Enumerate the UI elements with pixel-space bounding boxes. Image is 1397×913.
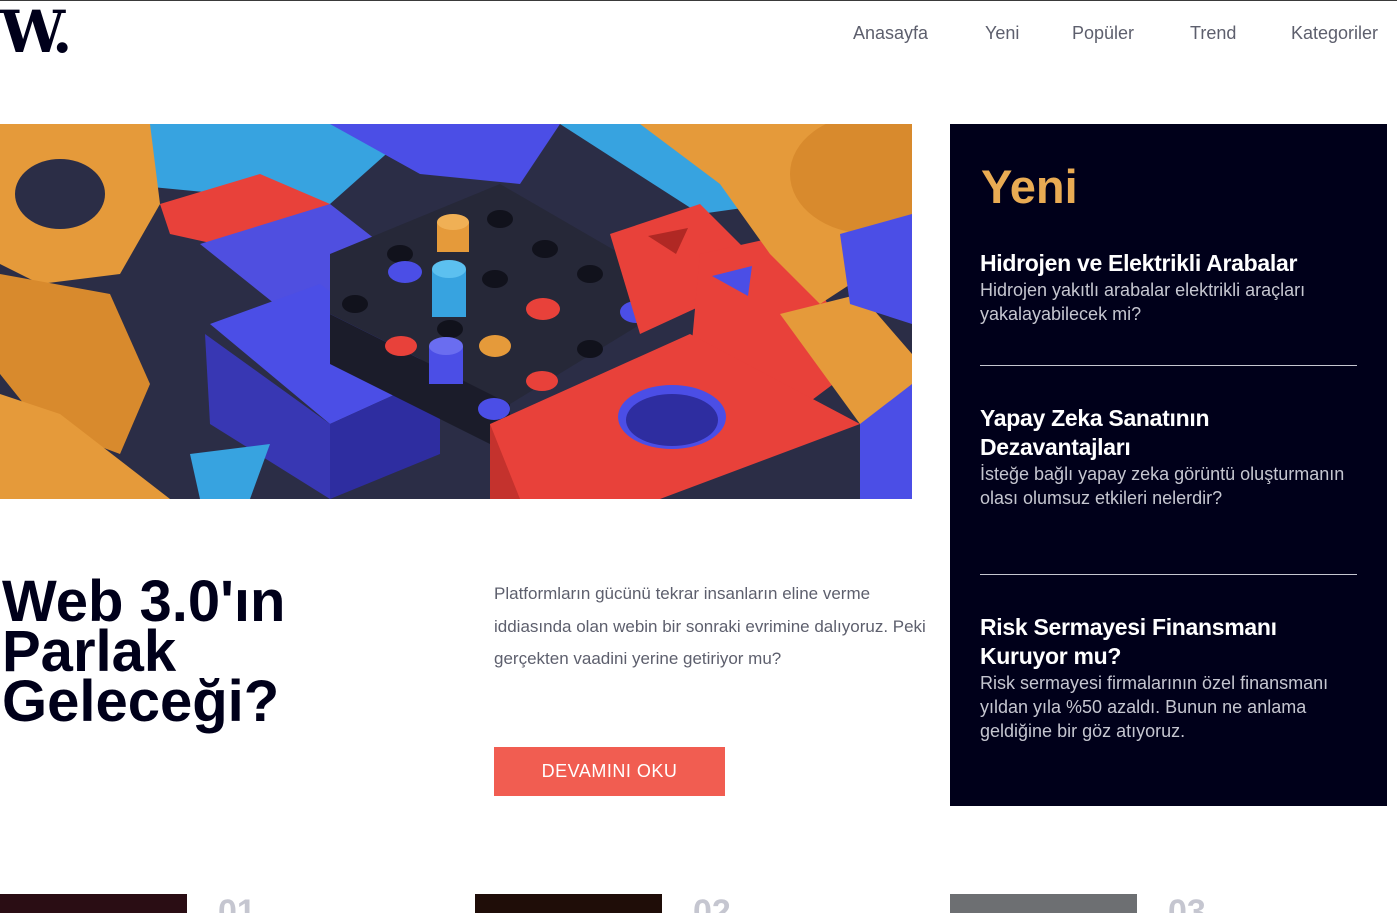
article-desc: Hidrojen yakıtlı arabalar elektrikli ara… xyxy=(980,280,1306,324)
card-thumbnail[interactable] xyxy=(475,894,662,913)
divider xyxy=(980,574,1357,575)
new-articles-panel: Yeni Hidrojen ve Elektrikli Arabalar Hid… xyxy=(950,124,1387,806)
nav-item-yeni[interactable]: Yeni xyxy=(985,21,1019,45)
new-article-item[interactable]: Hidrojen ve Elektrikli Arabalar Hidrojen… xyxy=(980,249,1358,326)
nav-item-trend[interactable]: Trend xyxy=(1190,21,1236,45)
main-nav: Anasayfa Yeni Popüler Trend Kategoriler xyxy=(830,21,1397,51)
page: W. Anasayfa Yeni Popüler Trend Kategoril… xyxy=(0,0,1397,913)
article-title[interactable]: Risk Sermayesi Finansmanı Kuruyor mu? xyxy=(980,613,1358,671)
hero-image xyxy=(0,124,912,499)
main-headline: Web 3.0'ın Parlak Geleceği? xyxy=(2,569,286,734)
site-logo[interactable]: W. xyxy=(0,3,72,61)
intro-text: Platformların gücünü tekrar insanların e… xyxy=(494,584,926,668)
article-title[interactable]: Yapay Zeka Sanatının Dezavantajları xyxy=(980,404,1358,462)
panel-title: Yeni xyxy=(981,160,1078,213)
card-thumbnail[interactable] xyxy=(950,894,1137,913)
divider xyxy=(980,365,1357,366)
article-title[interactable]: Hidrojen ve Elektrikli Arabalar xyxy=(980,249,1358,278)
article-desc: Risk sermayesi firmalarının özel finansm… xyxy=(980,673,1329,741)
article-desc: İsteğe bağlı yapay zeka görüntü oluşturm… xyxy=(980,464,1345,508)
nav-item-kategoriler[interactable]: Kategoriler xyxy=(1291,21,1378,45)
new-article-item[interactable]: Risk Sermayesi Finansmanı Kuruyor mu? Ri… xyxy=(980,613,1358,743)
new-article-item[interactable]: Yapay Zeka Sanatının Dezavantajları İste… xyxy=(980,404,1358,510)
card-number: 01 xyxy=(218,893,256,913)
hero-blocks-illustration xyxy=(0,124,912,499)
card-thumbnail[interactable] xyxy=(0,894,187,913)
nav-item-populer[interactable]: Popüler xyxy=(1072,21,1134,45)
read-more-button[interactable]: DEVAMINI OKU xyxy=(494,747,725,796)
nav-item-anasayfa[interactable]: Anasayfa xyxy=(853,21,928,45)
card-number: 03 xyxy=(1168,893,1206,913)
card-number: 02 xyxy=(693,893,731,913)
